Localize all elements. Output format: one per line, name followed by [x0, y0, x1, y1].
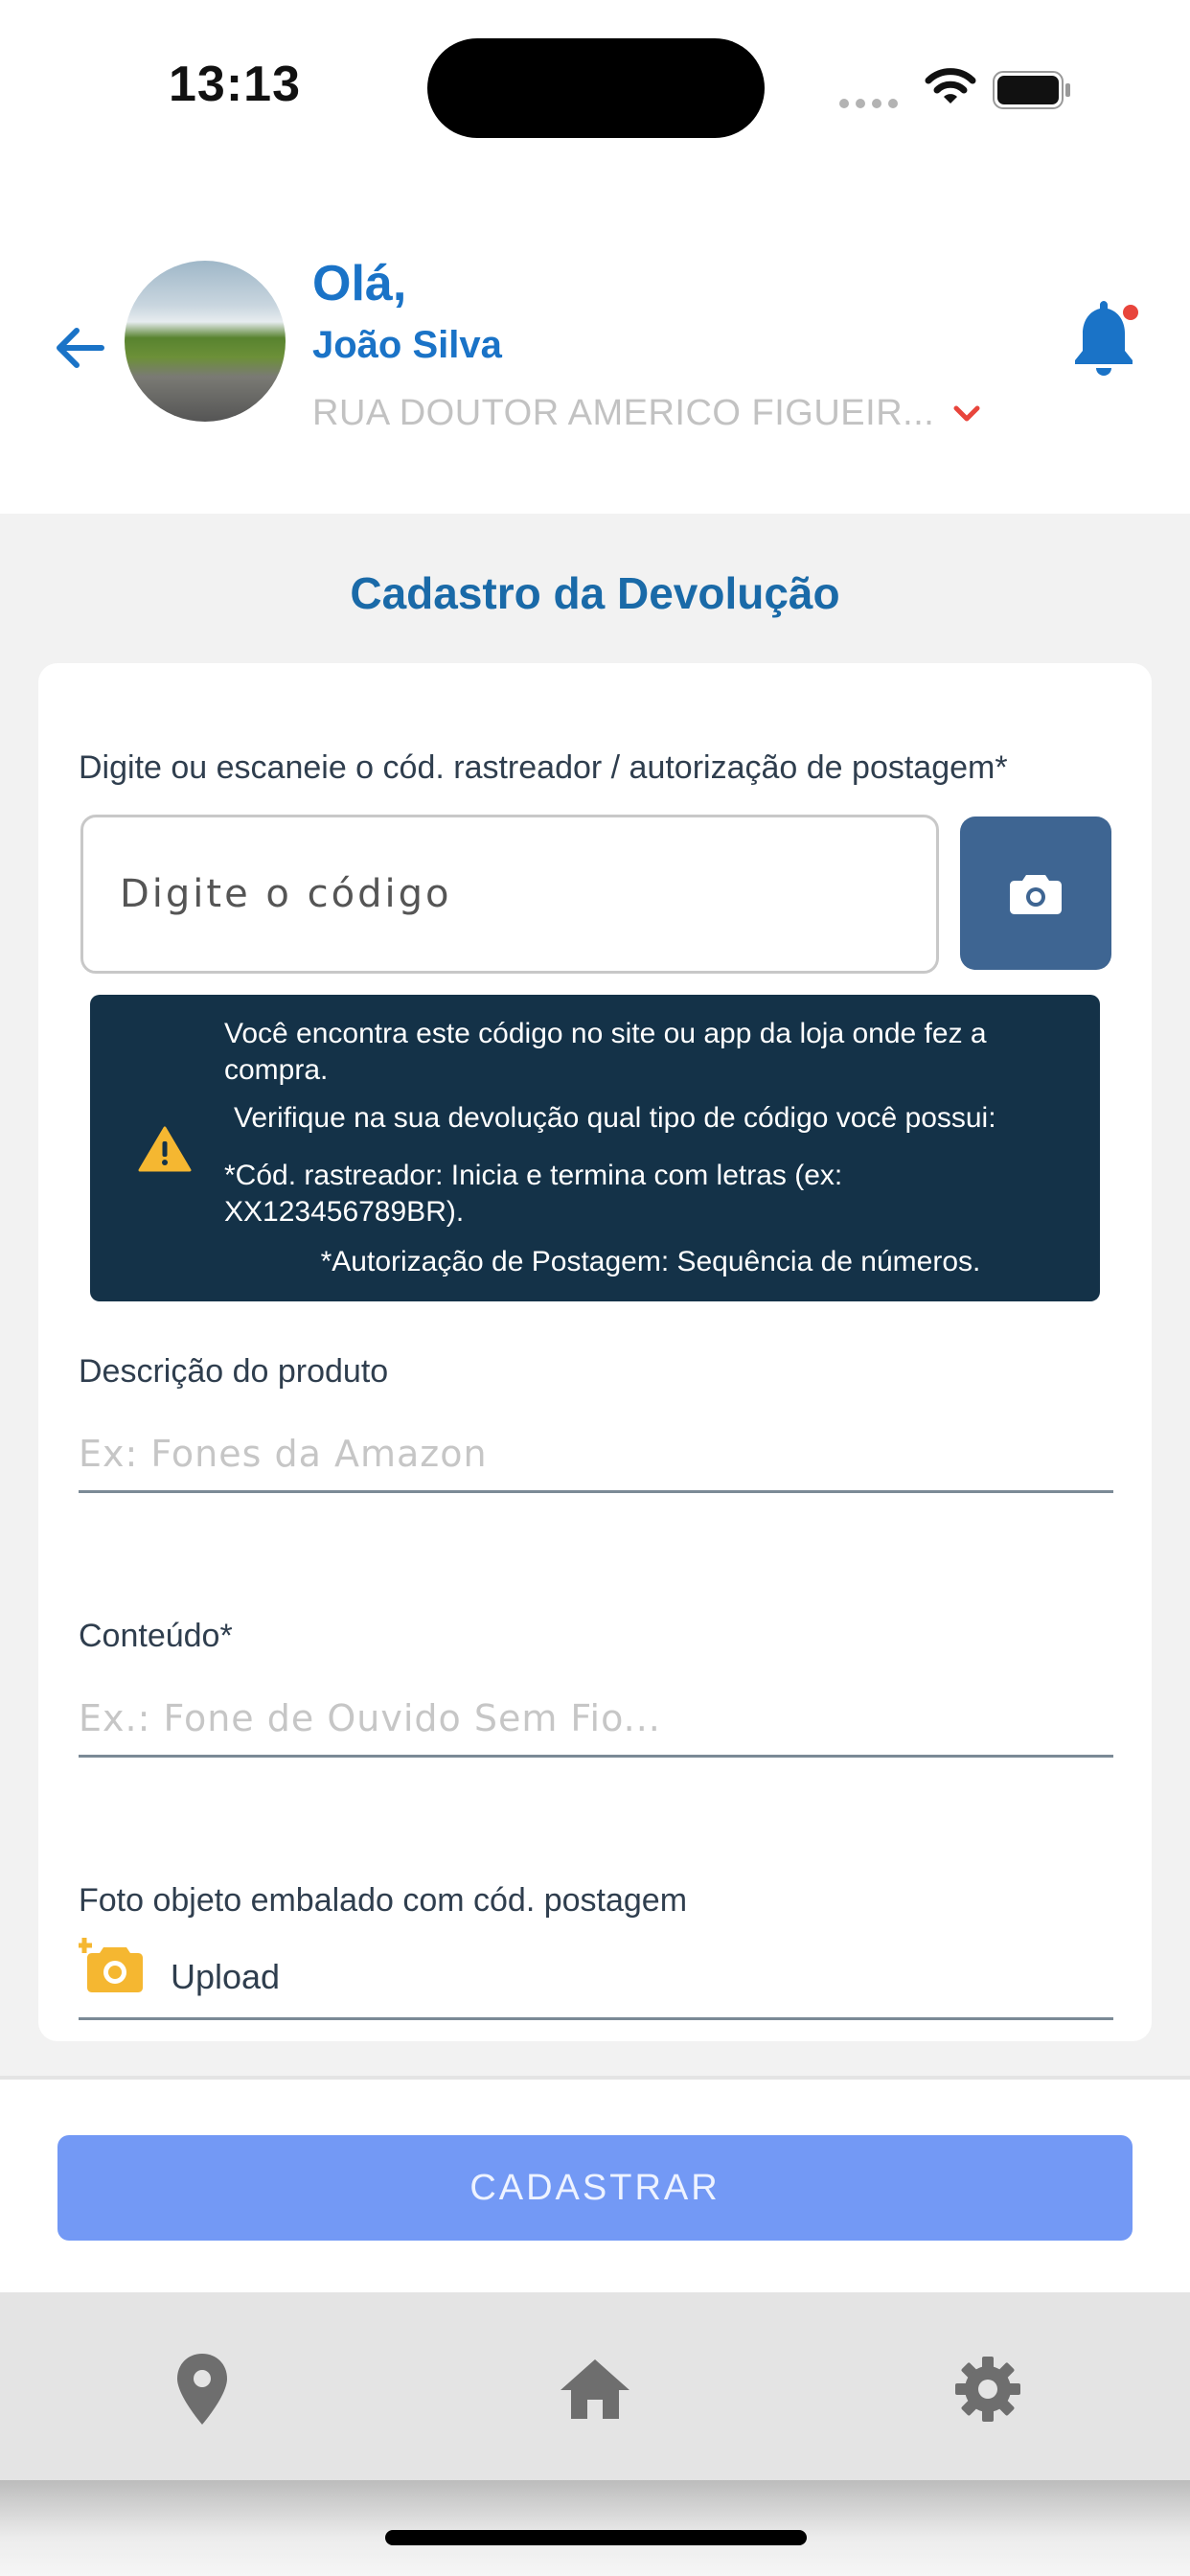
map-pin-icon: [177, 2354, 227, 2425]
product-description-input[interactable]: [79, 1416, 1113, 1493]
tracking-code-input[interactable]: [80, 815, 939, 974]
page-title: Cadastro da Devolução: [350, 568, 840, 618]
gear-icon: [955, 2357, 1020, 2422]
battery-icon: [993, 71, 1070, 109]
status-time: 13:13: [169, 57, 301, 112]
chevron-down-icon: [953, 405, 980, 421]
user-name: João Silva: [312, 324, 502, 366]
home-indicator[interactable]: [385, 2530, 807, 2545]
tab-settings[interactable]: [945, 2346, 1031, 2432]
avatar[interactable]: [125, 261, 286, 422]
notification-badge: [1123, 305, 1138, 320]
greeting-text: Olá,: [312, 256, 407, 311]
photo-field-label: Foto objeto embalado com cód. postagem: [79, 1882, 688, 1919]
main-content: Cadastro da Devolução Digite ou escaneie…: [0, 514, 1190, 2076]
warning-icon: [138, 1126, 192, 1172]
tab-home[interactable]: [552, 2346, 638, 2432]
submit-button[interactable]: CADASTRAR: [57, 2135, 1133, 2241]
add-photo-icon: [79, 1938, 143, 1992]
photo-upload-button[interactable]: Upload: [79, 1928, 1113, 2020]
cellular-signal-icon: [839, 96, 904, 113]
address-text: RUA DOUTOR AMERICO FIGUEIR...: [312, 393, 935, 433]
info-text-line: *Autorização de Postagem: Sequência de n…: [320, 1246, 981, 1277]
app-screen: 13:13 Olá, João Silva RUA DOUTOR AMERICO…: [0, 0, 1190, 2576]
content-field-label: Conteúdo*: [79, 1618, 233, 1654]
scan-code-button[interactable]: [960, 816, 1111, 970]
tab-location[interactable]: [159, 2346, 245, 2432]
back-arrow-icon[interactable]: [48, 316, 111, 380]
content-input[interactable]: [79, 1681, 1113, 1758]
wifi-icon: [925, 68, 976, 104]
info-text-line: Verifique na sua devolução qual tipo de …: [234, 1102, 996, 1134]
bottom-safe-area: [0, 2480, 1190, 2576]
status-bar: 13:13: [0, 0, 1190, 172]
info-text-line: *Cód. rastreador: Inicia e termina com l…: [224, 1160, 843, 1191]
status-icons: [839, 61, 1088, 119]
info-text-line: XX123456789BR).: [224, 1196, 465, 1228]
info-text-line: Você encontra este código no site ou app…: [224, 1018, 987, 1049]
dynamic-island: [427, 38, 765, 138]
camera-icon: [1010, 875, 1062, 914]
code-field-label: Digite ou escaneie o cód. rastreador / a…: [79, 749, 1008, 786]
description-field-label: Descrição do produto: [79, 1353, 389, 1390]
bottom-tab-bar: [0, 2292, 1190, 2480]
code-info-box: Você encontra este código no site ou app…: [90, 995, 1100, 1301]
upload-label: Upload: [171, 1957, 281, 1996]
action-area: CADASTRAR: [0, 2076, 1190, 2292]
return-form-card: Digite ou escaneie o cód. rastreador / a…: [38, 663, 1152, 2041]
address-selector[interactable]: RUA DOUTOR AMERICO FIGUEIR...: [312, 393, 1041, 441]
info-text-line: compra.: [224, 1054, 329, 1086]
home-icon: [561, 2359, 629, 2419]
app-header: Olá, João Silva RUA DOUTOR AMERICO FIGUE…: [0, 172, 1190, 518]
